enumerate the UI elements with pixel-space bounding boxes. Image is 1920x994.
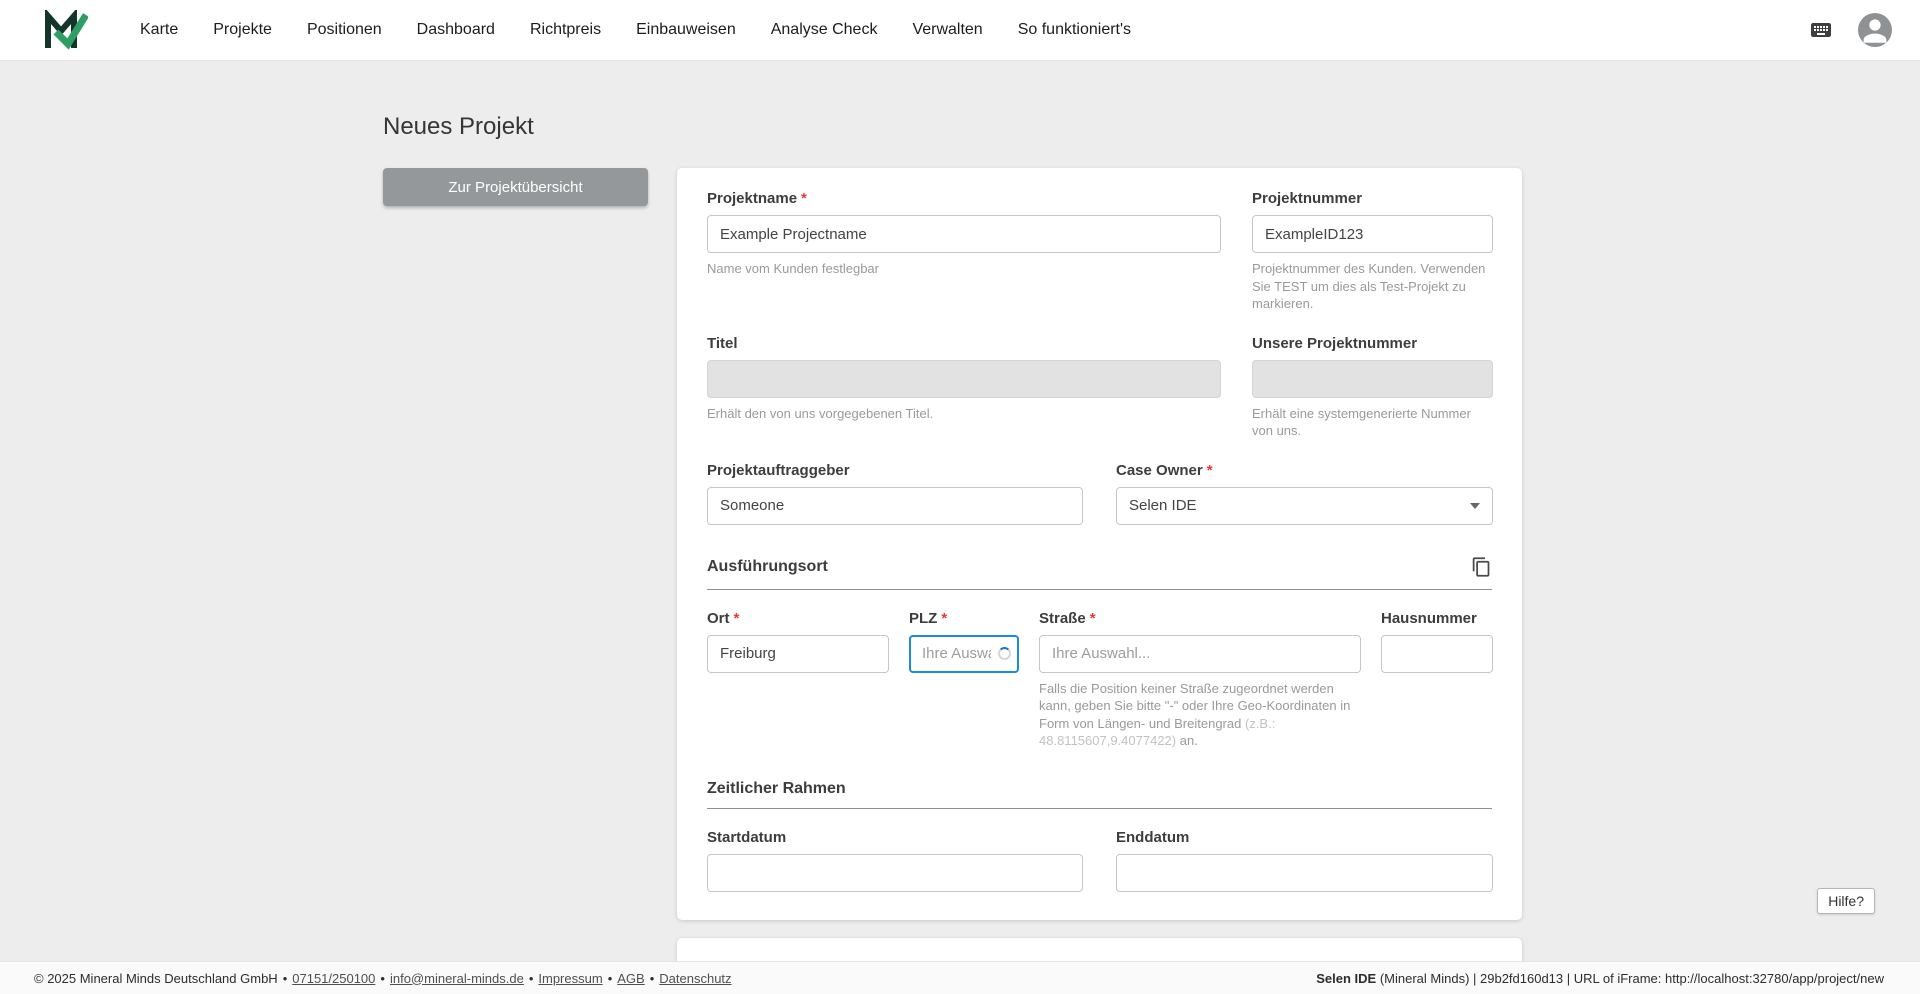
case-owner-select[interactable]: Selen IDE: [1116, 486, 1493, 525]
case-owner-label: Case Owner *: [1116, 461, 1213, 479]
nav-item-dashboard[interactable]: Dashboard: [417, 21, 495, 39]
user-avatar-icon[interactable]: [1858, 13, 1892, 47]
nav-item-so-funktionierts[interactable]: So funktioniert's: [1018, 21, 1131, 39]
required-asterisk: *: [1089, 609, 1096, 627]
required-asterisk: *: [733, 609, 740, 627]
field-plz: PLZ *: [909, 610, 1019, 750]
projektname-input[interactable]: [707, 215, 1221, 253]
plz-label: PLZ *: [909, 609, 948, 627]
field-ort: Ort *: [707, 610, 889, 750]
field-projektauftraggeber: Projektauftraggeber: [707, 462, 1083, 525]
project-form-card: Projektname* Name vom Kunden festlegbar …: [677, 168, 1522, 920]
projektnummer-label: Projektnummer: [1252, 190, 1363, 207]
section-zeitlicher-rahmen: Zeitlicher Rahmen: [707, 780, 1492, 809]
page-root: Karte Projekte Positionen Dashboard Rich…: [0, 0, 1920, 994]
main-nav: Karte Projekte Positionen Dashboard Rich…: [140, 21, 1131, 39]
projektname-label: Projektname *: [707, 190, 807, 207]
projektnummer-helper: Projektnummer des Kunden. Verwenden Sie …: [1252, 261, 1486, 312]
projektnummer-input[interactable]: [1252, 215, 1493, 253]
field-projektname: Projektname* Name vom Kunden festlegbar: [707, 190, 1221, 313]
projektauftraggeber-input[interactable]: [707, 486, 1083, 525]
loading-spinner-icon: [998, 646, 1011, 660]
ort-label: Ort *: [707, 609, 740, 627]
hausnummer-label: Hausnummer: [1381, 609, 1477, 627]
nav-item-projekte[interactable]: Projekte: [213, 21, 272, 39]
enddatum-input[interactable]: [1116, 853, 1493, 892]
footer-session-info: Selen IDE (Mineral Minds) | 29b2fd160d13…: [1316, 971, 1884, 986]
nav-item-analyse-check[interactable]: Analyse Check: [771, 21, 878, 39]
enddatum-label: Enddatum: [1116, 828, 1190, 846]
field-startdatum: Startdatum: [707, 829, 1083, 892]
strasse-label: Straße *: [1039, 609, 1096, 627]
footer-separator: •: [282, 970, 288, 986]
footer-agb-link[interactable]: AGB: [617, 971, 644, 986]
field-strasse: Straße* Falls die Position keiner Straße…: [1039, 610, 1361, 750]
back-to-project-overview-button[interactable]: Zur Projektübersicht: [383, 168, 648, 206]
mineral-minds-logo[interactable]: [44, 9, 90, 51]
main-content: Neues Projekt Zur Projektübersicht Proje…: [0, 61, 1920, 994]
nav-item-karte[interactable]: Karte: [140, 21, 178, 39]
required-asterisk: *: [941, 609, 948, 627]
keyboard-icon[interactable]: [1806, 18, 1836, 42]
navbar-icons: [1806, 13, 1892, 47]
field-unsere-projektnummer: Unsere Projektnummer Erhält eine systemg…: [1252, 335, 1493, 440]
ort-input[interactable]: [707, 634, 889, 673]
nav-item-verwalten[interactable]: Verwalten: [912, 21, 982, 39]
help-button[interactable]: Hilfe?: [1817, 888, 1875, 914]
required-asterisk: *: [801, 190, 807, 207]
top-navbar: Karte Projekte Positionen Dashboard Rich…: [0, 0, 1920, 61]
footer-phone-link[interactable]: 07151/250100: [292, 971, 375, 986]
footer-separator: •: [607, 970, 613, 986]
strasse-input[interactable]: [1039, 634, 1361, 673]
nav-item-einbauweisen[interactable]: Einbauweisen: [636, 21, 736, 39]
footer-separator: •: [649, 970, 655, 986]
hausnummer-input[interactable]: [1381, 634, 1493, 673]
ausfuehrungsort-heading: Ausführungsort: [707, 557, 828, 575]
left-column: Zur Projektübersicht: [383, 168, 677, 206]
section-ausfuehrungsort: Ausführungsort: [707, 555, 1492, 590]
field-enddatum: Enddatum: [1116, 829, 1493, 892]
required-asterisk: *: [1206, 461, 1213, 479]
field-projektnummer: Projektnummer Projektnummer des Kunden. …: [1252, 190, 1493, 313]
footer-separator: •: [528, 970, 534, 986]
titel-input: [707, 359, 1221, 398]
strasse-helper: Falls die Position keiner Straße zugeord…: [1039, 680, 1351, 749]
footer-email-link[interactable]: info@mineral-minds.de: [390, 971, 524, 986]
copy-icon[interactable]: [1471, 555, 1492, 579]
field-hausnummer: Hausnummer: [1381, 610, 1493, 750]
unsere-projektnummer-helper: Erhält eine systemgenerierte Nummer von …: [1252, 405, 1471, 439]
projektname-helper: Name vom Kunden festlegbar: [707, 261, 879, 276]
footer-separator: •: [380, 970, 385, 986]
startdatum-input[interactable]: [707, 853, 1083, 892]
footer-impressum-link[interactable]: Impressum: [538, 971, 602, 986]
copyright-text: © 2025 Mineral Minds Deutschland GmbH: [34, 970, 278, 986]
field-case-owner: Case Owner * Selen IDE: [1116, 462, 1493, 525]
footer-datenschutz-link[interactable]: Datenschutz: [659, 971, 731, 986]
nav-item-richtpreis[interactable]: Richtpreis: [530, 21, 601, 39]
footer: © 2025 Mineral Minds Deutschland GmbH • …: [0, 961, 1920, 994]
page-title: Neues Projekt: [383, 113, 534, 140]
titel-helper: Erhält den von uns vorgegebenen Titel.: [707, 405, 934, 421]
nav-item-positionen[interactable]: Positionen: [307, 21, 382, 39]
unsere-projektnummer-label: Unsere Projektnummer: [1252, 334, 1418, 352]
zeitlicher-rahmen-heading: Zeitlicher Rahmen: [707, 779, 846, 797]
startdatum-label: Startdatum: [707, 828, 787, 846]
unsere-projektnummer-input: [1252, 359, 1493, 398]
chevron-down-icon: [1470, 502, 1480, 509]
titel-label: Titel: [707, 334, 738, 352]
footer-left: © 2025 Mineral Minds Deutschland GmbH • …: [34, 971, 732, 986]
projektauftraggeber-label: Projektauftraggeber: [707, 461, 850, 479]
field-titel: Titel Erhält den von uns vorgegebenen Ti…: [707, 335, 1221, 440]
case-owner-value: Selen IDE: [1129, 497, 1197, 515]
footer-user-name: Selen IDE: [1316, 970, 1377, 986]
footer-session-details: (Mineral Minds) | 29b2fd160d13 | URL of …: [1376, 970, 1884, 986]
